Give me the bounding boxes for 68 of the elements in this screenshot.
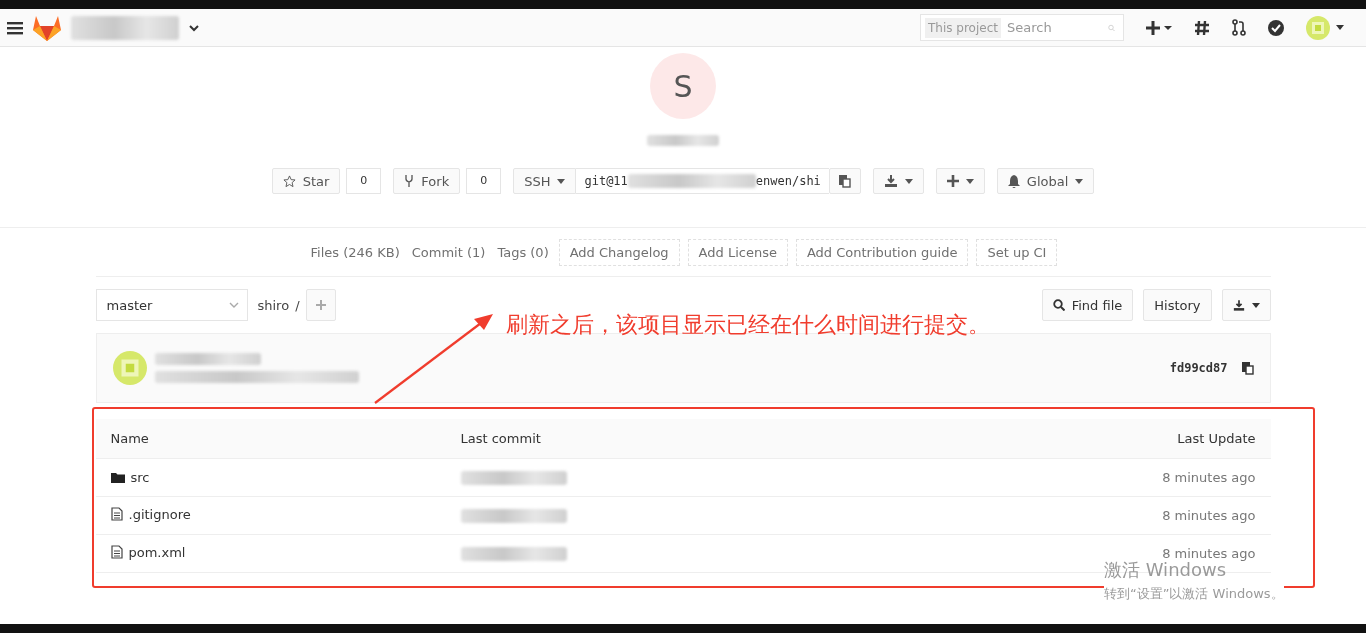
download-icon <box>883 175 898 187</box>
activation-hint: 转到“设置”以激活 Windows。 <box>1104 586 1284 602</box>
fork-count: 0 <box>466 168 502 194</box>
update-time: 8 minutes ago <box>1162 508 1256 523</box>
breadcrumb-path[interactable]: shiro <box>257 297 290 313</box>
caret-icon <box>904 178 913 184</box>
blurred-text <box>647 135 719 146</box>
check-circle-icon[interactable] <box>1268 19 1284 36</box>
fox-logo-icon[interactable] <box>33 14 61 41</box>
plus-icon <box>315 300 326 310</box>
fork-button[interactable]: Fork <box>393 168 461 194</box>
project-nav-link[interactable]: Commit (1) <box>409 240 488 265</box>
star-button[interactable]: Star <box>271 168 341 194</box>
bell-icon <box>1007 174 1020 188</box>
plus-icon[interactable] <box>1146 19 1172 36</box>
caret-icon <box>1251 302 1260 308</box>
project-nav-link[interactable]: Add Contribution guide <box>795 239 969 266</box>
search-icon <box>1052 299 1065 311</box>
caret-icon <box>965 178 974 184</box>
search-scope: This project <box>925 17 1001 38</box>
folder-icon <box>110 471 125 483</box>
annotation-text: 刷新之后，该项目显示已经在什么时间进行提交。 <box>506 311 990 339</box>
project-nav-link[interactable]: Set up CI <box>976 239 1058 266</box>
project-nav-link[interactable]: Add License <box>687 239 788 266</box>
star-icon <box>282 174 296 188</box>
update-time: 8 minutes ago <box>1162 546 1256 561</box>
download-button[interactable] <box>872 168 924 194</box>
file-name-link[interactable]: .gitignore <box>128 506 191 522</box>
activation-title: 激活 Windows <box>1104 560 1227 580</box>
chevron-icon <box>228 302 239 308</box>
caret-icon <box>1075 178 1084 184</box>
branch-dropdown[interactable]: master <box>95 289 248 321</box>
commit-sha[interactable]: fd99cd87 <box>1169 361 1228 375</box>
find-file-button[interactable]: Find file <box>1041 289 1134 321</box>
project-nav-link[interactable]: Files (246 KB) <box>308 240 402 265</box>
search-input[interactable]: Search <box>1005 19 1104 36</box>
add-button[interactable] <box>935 168 985 194</box>
plus-icon <box>946 175 959 187</box>
path-separator: / <box>295 297 300 313</box>
author-avatar <box>112 351 147 385</box>
hash-icon[interactable] <box>1194 19 1210 36</box>
merge-request-icon[interactable] <box>1232 19 1246 36</box>
notification-dropdown[interactable]: Global <box>996 168 1095 194</box>
column-header: Last commit <box>460 431 541 446</box>
download-icon <box>1232 299 1245 311</box>
column-header: Last Update <box>1177 431 1256 446</box>
caret-icon <box>557 178 566 184</box>
file-icon <box>110 507 123 522</box>
download-button[interactable] <box>1221 289 1271 321</box>
history-button[interactable]: History <box>1143 289 1212 321</box>
file-name-link[interactable]: src <box>130 469 150 485</box>
copy-icon <box>838 174 851 188</box>
update-time: 8 minutes ago <box>1162 470 1256 485</box>
protocol-dropdown[interactable]: SSH <box>513 168 577 194</box>
file-name-link[interactable]: pom.xml <box>128 544 186 560</box>
project-nav-link[interactable]: Tags (0) <box>495 240 551 265</box>
copy-button[interactable] <box>828 168 861 194</box>
caret-icon[interactable] <box>1336 25 1344 30</box>
copy-icon[interactable] <box>1241 361 1254 375</box>
clone-url-field[interactable]: git@11 enwen/shi <box>576 168 829 194</box>
file-icon <box>110 545 123 560</box>
menu-icon[interactable] <box>7 20 23 35</box>
project-nav-link[interactable]: Add Changelog <box>558 239 680 266</box>
project-avatar: S <box>650 53 716 119</box>
fork-icon <box>404 174 415 188</box>
chevron-icon[interactable] <box>189 23 199 32</box>
column-header: Name <box>110 431 149 446</box>
star-count: 0 <box>346 168 382 194</box>
